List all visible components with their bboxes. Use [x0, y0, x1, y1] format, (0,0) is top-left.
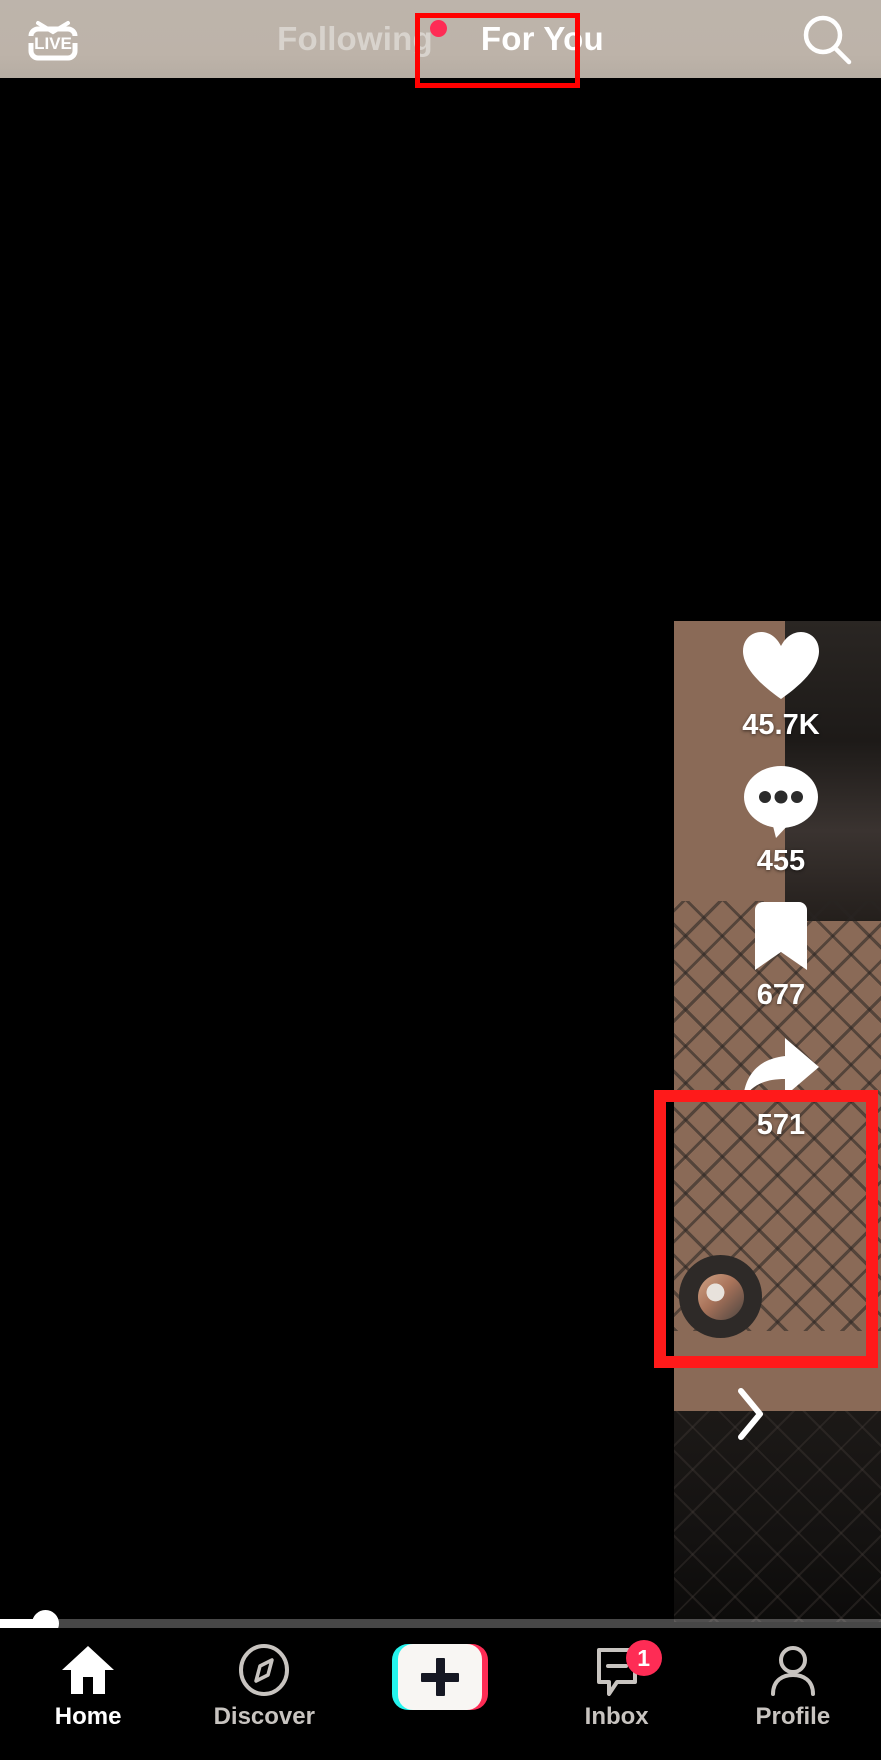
bookmark-icon — [749, 900, 813, 974]
bookmark-count: 677 — [756, 979, 806, 1011]
following-notification-dot — [429, 20, 447, 37]
share-arrow-icon — [739, 1034, 823, 1104]
person-icon — [767, 1644, 819, 1696]
next-video-button[interactable] — [728, 1384, 772, 1444]
tab-for-you[interactable]: For You — [471, 14, 614, 64]
nav-item-inbox[interactable]: 1 Inbox — [542, 1640, 692, 1731]
bottom-navigation: Home Discover 1 Inbox Profile — [0, 1628, 881, 1760]
top-bar: LIVE Following For You — [0, 0, 881, 78]
share-count: 571 — [756, 1109, 806, 1141]
nav-label-profile: Profile — [755, 1703, 831, 1730]
comment-button[interactable]: 455 — [742, 764, 820, 878]
tab-for-you-label: For You — [480, 20, 604, 57]
search-button[interactable] — [795, 12, 859, 68]
nav-label-inbox: Inbox — [584, 1703, 649, 1730]
home-icon — [60, 1644, 116, 1696]
tiktok-app-screen: LIVE Following For You 45.7K 455 677 571… — [0, 0, 881, 1760]
video-progress-bar[interactable] — [0, 1610, 881, 1637]
create-white-face — [398, 1644, 483, 1710]
video-frame-strip-lower — [674, 1411, 881, 1622]
inbox-unread-badge: 1 — [625, 1640, 662, 1676]
music-disc-artwork — [697, 1273, 744, 1320]
like-button[interactable]: 45.7K — [740, 630, 822, 742]
compass-icon — [238, 1644, 290, 1696]
music-disc-icon[interactable] — [679, 1255, 762, 1338]
comment-count: 455 — [756, 845, 806, 877]
nav-item-create[interactable] — [365, 1644, 515, 1717]
nav-item-discover[interactable]: Discover — [189, 1644, 339, 1731]
like-count: 45.7K — [742, 709, 820, 741]
bookmark-button[interactable]: 677 — [749, 900, 813, 1012]
heart-icon — [740, 630, 822, 704]
chevron-right-icon — [738, 1388, 763, 1440]
action-rail: 45.7K 455 677 571 — [721, 630, 841, 1164]
nav-item-profile[interactable]: Profile — [718, 1644, 868, 1731]
comment-bubble-icon — [742, 764, 820, 840]
nav-label-home: Home — [54, 1703, 122, 1730]
plus-vertical-bar — [435, 1658, 445, 1696]
tab-following[interactable]: Following — [267, 14, 447, 64]
tab-following-label: Following — [277, 20, 433, 57]
search-icon — [803, 15, 852, 65]
nav-label-discover: Discover — [213, 1703, 315, 1730]
feed-tabs: Following For You — [0, 0, 881, 78]
share-button[interactable]: 571 — [739, 1034, 823, 1142]
nav-item-home[interactable]: Home — [13, 1644, 163, 1731]
create-plus-icon[interactable] — [392, 1644, 489, 1710]
